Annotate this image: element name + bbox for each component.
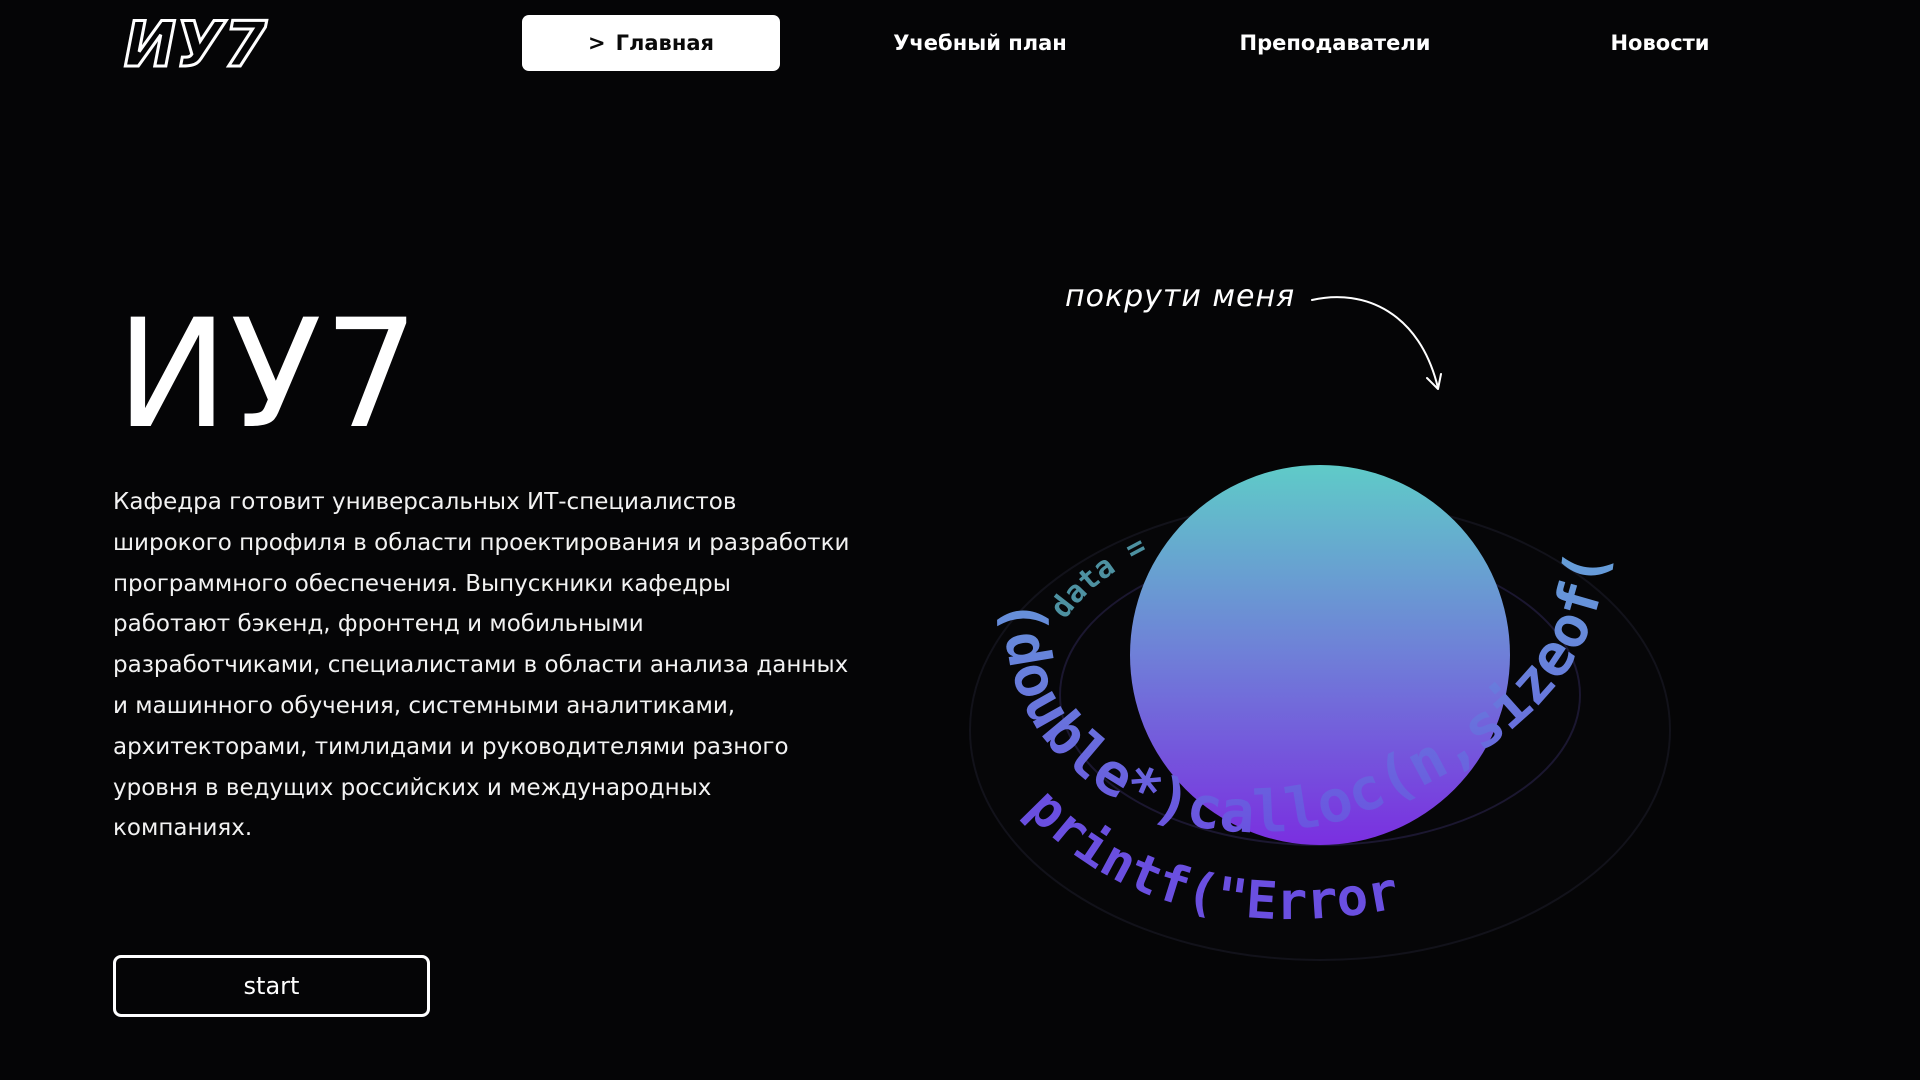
nav-item-label: Главная	[615, 31, 714, 55]
logo-text: ИУ7	[124, 12, 268, 72]
hero-description: Кафедра готовит универсальных ИТ-специал…	[113, 489, 850, 842]
planet-3d-visual[interactable]: data = (double*)calloc(n,sizeof(doub pri…	[950, 450, 1690, 990]
chevron-right-icon: >	[588, 31, 606, 55]
nav-item-label: Новости	[1610, 31, 1710, 55]
nav-item-home[interactable]: > Главная	[522, 15, 780, 71]
rotate-hint: покрути меня	[1065, 279, 1296, 314]
curved-arrow-icon	[1311, 296, 1442, 390]
nav-item-label: Учебный план	[893, 31, 1067, 55]
hero-title: ИУ7	[116, 288, 422, 462]
start-button[interactable]: start	[113, 955, 430, 1017]
nav-item-news[interactable]: Новости	[1590, 15, 1730, 71]
logo[interactable]: ИУ7	[122, 12, 274, 72]
nav-item-label: Преподаватели	[1239, 31, 1431, 55]
nav-item-curriculum[interactable]: Учебный план	[880, 15, 1080, 71]
page: ИУ7 > Главная Учебный план Преподаватели…	[0, 0, 1920, 1080]
nav-item-teachers[interactable]: Преподаватели	[1230, 15, 1440, 71]
